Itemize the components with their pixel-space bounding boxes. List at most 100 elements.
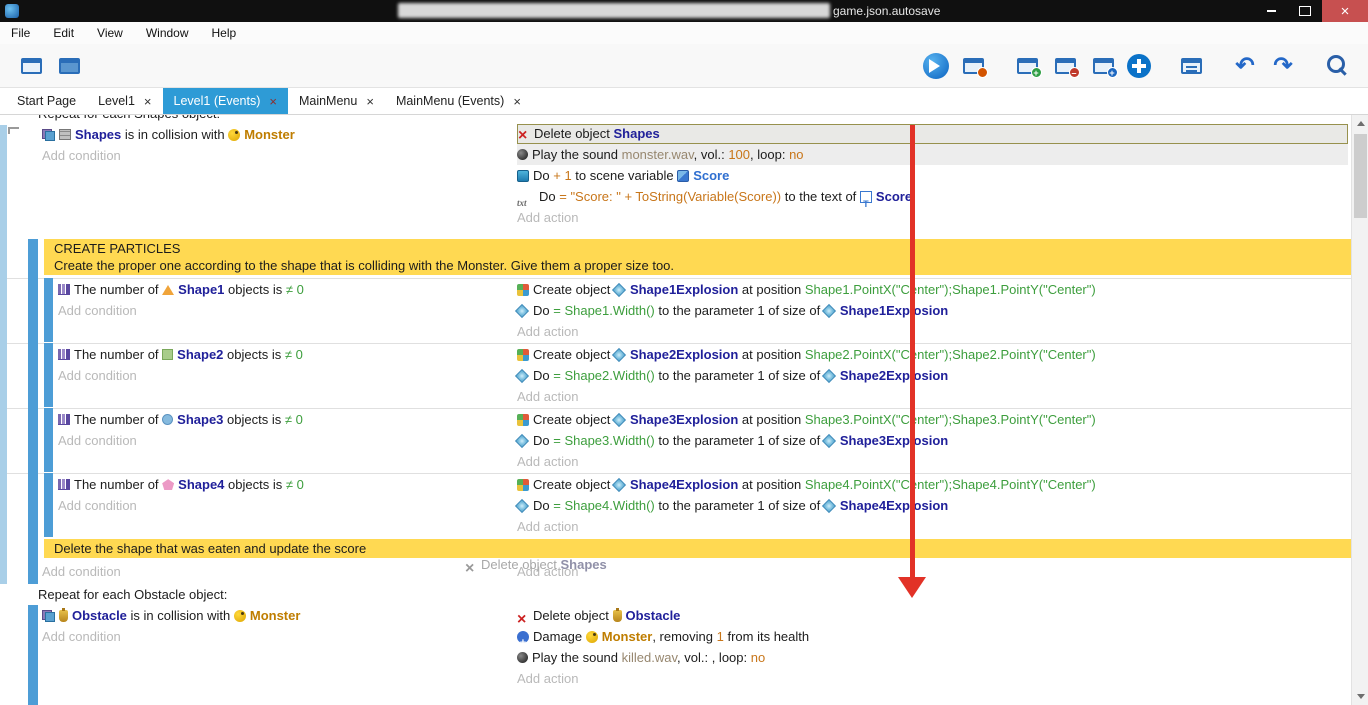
action-line[interactable]: Create object Shape3Explosion at positio… — [517, 409, 1351, 430]
tab-mainmenu[interactable]: MainMenu — [288, 88, 385, 114]
comment-block[interactable]: CREATE PARTICLESCreate the proper one ac… — [44, 239, 1351, 275]
app-logo-icon — [5, 4, 19, 18]
shape1-icon — [162, 285, 174, 295]
events-content: Repeat for each Shapes object:Shapes is … — [0, 115, 1351, 705]
sub-event-rail — [44, 343, 53, 407]
title-bar: game.json.autosave — [0, 0, 1368, 22]
tab-level1-events-[interactable]: Level1 (Events) — [163, 88, 288, 114]
action-line[interactable]: Damage Monster, removing 1 from its heal… — [517, 626, 1351, 647]
delete-event-icon[interactable]: – — [1051, 52, 1079, 80]
add-action-link[interactable]: Add action — [517, 451, 1351, 472]
tab-close-icon[interactable] — [144, 94, 152, 109]
add-action-link[interactable]: Add action — [517, 207, 1351, 228]
comment-block[interactable]: Delete the shape that was eaten and upda… — [44, 539, 1351, 558]
maximize-button[interactable] — [1288, 0, 1322, 22]
monster-icon — [234, 610, 246, 622]
menu-file[interactable]: File — [8, 24, 33, 42]
add-action-link[interactable]: Add action — [517, 668, 1351, 689]
menu-window[interactable]: Window — [143, 24, 192, 42]
add-condition-link[interactable]: Add condition — [58, 300, 515, 321]
add-circle-icon[interactable] — [1127, 54, 1151, 78]
action-line[interactable]: Do = Shape3.Width() to the parameter 1 o… — [517, 430, 1351, 451]
debug-icon[interactable] — [959, 52, 987, 80]
layout-window-icon[interactable] — [55, 52, 83, 80]
action-line[interactable]: Play the sound killed.wav, vol.: , loop:… — [517, 647, 1351, 668]
menu-edit[interactable]: Edit — [50, 24, 77, 42]
health-icon — [517, 631, 529, 643]
add-action-link[interactable]: Add action — [517, 561, 1351, 582]
condition-line[interactable]: The number of Shape4 objects is ≠ 0 — [58, 474, 515, 495]
tab-close-icon[interactable] — [269, 94, 277, 109]
menu-view[interactable]: View — [94, 24, 126, 42]
event-header[interactable]: Repeat for each Obstacle object: — [0, 584, 1351, 605]
add-condition-link[interactable]: Add condition — [58, 365, 515, 386]
menu-help[interactable]: Help — [209, 24, 240, 42]
particle-icon — [515, 498, 529, 512]
vertical-scrollbar — [1351, 115, 1368, 705]
shapes-icon — [59, 129, 71, 140]
action-line[interactable]: Create object Shape1Explosion at positio… — [517, 279, 1351, 300]
add-action-link[interactable]: Add action — [517, 516, 1351, 537]
tab-bar: Start PageLevel1Level1 (Events)MainMenuM… — [0, 88, 1368, 115]
add-condition-link[interactable]: Add condition — [42, 626, 515, 647]
redo-icon[interactable] — [1269, 52, 1297, 80]
search-icon[interactable] — [1323, 52, 1351, 80]
condition-line[interactable]: The number of Shape2 objects is ≠ 0 — [58, 344, 515, 365]
score-var-icon — [677, 170, 689, 182]
action-line[interactable]: Do = Shape2.Width() to the parameter 1 o… — [517, 365, 1351, 386]
add-event-icon[interactable]: + — [1013, 52, 1041, 80]
project-window-icon[interactable] — [17, 52, 45, 80]
condition-line[interactable]: The number of Shape3 objects is ≠ 0 — [58, 409, 515, 430]
action-line[interactable]: Do = "Score: " + ToString(Variable(Score… — [517, 186, 1351, 207]
window-title: game.json.autosave — [833, 4, 940, 18]
action-line[interactable]: Do = Shape4.Width() to the parameter 1 o… — [517, 495, 1351, 516]
action-line[interactable]: Play the sound monster.wav, vol.: 100, l… — [517, 144, 1348, 165]
scroll-up-icon[interactable] — [1352, 115, 1368, 132]
condition-line[interactable]: Shapes is in collision with Monster — [42, 124, 515, 145]
menu-bar: File Edit View Window Help — [0, 22, 1368, 44]
action-line[interactable]: Create object Shape2Explosion at positio… — [517, 344, 1351, 365]
create-icon — [517, 349, 529, 361]
undo-icon[interactable] — [1231, 52, 1259, 80]
add-action-link[interactable]: Add action — [517, 321, 1351, 342]
action-line[interactable]: Do + 1 to scene variable Score — [517, 165, 1351, 186]
action-line[interactable]: Create object Shape4Explosion at positio… — [517, 474, 1351, 495]
condition-line[interactable]: The number of Shape1 objects is ≠ 0 — [58, 279, 515, 300]
count-icon — [58, 349, 70, 360]
add-condition-link[interactable]: Add condition — [58, 495, 515, 516]
toolbar-left — [12, 52, 88, 80]
play-icon[interactable] — [923, 53, 949, 79]
add-action-link[interactable]: Add action — [517, 386, 1351, 407]
minimize-button[interactable] — [1254, 0, 1288, 22]
group-rail — [28, 239, 38, 584]
toggle-event-icon[interactable] — [1177, 52, 1205, 80]
tab-close-icon[interactable] — [366, 94, 374, 109]
add-condition-link[interactable]: Add condition — [42, 145, 515, 166]
collapse-marker-icon[interactable] — [8, 127, 19, 134]
tab-start-page[interactable]: Start Page — [6, 88, 87, 114]
scroll-down-icon[interactable] — [1352, 688, 1368, 705]
collision-icon — [42, 610, 55, 622]
event-header-clipped: Repeat for each Shapes object: — [0, 115, 1351, 124]
add-condition-link[interactable]: Add condition — [42, 561, 515, 582]
sound-icon — [517, 652, 528, 663]
particle-icon — [515, 368, 529, 382]
add-condition-link[interactable]: Add condition — [58, 430, 515, 451]
tab-close-icon[interactable] — [513, 94, 521, 109]
collision-icon — [42, 129, 55, 141]
add-subevent-icon[interactable]: + — [1089, 52, 1117, 80]
ghost-delete-icon — [465, 558, 477, 571]
condition-line[interactable]: Obstacle is in collision with Monster — [42, 605, 515, 626]
count-icon — [58, 284, 70, 295]
text-action-icon — [517, 191, 535, 203]
scrollbar-thumb[interactable] — [1354, 134, 1367, 218]
tab-level1[interactable]: Level1 — [87, 88, 162, 114]
close-button[interactable] — [1322, 0, 1368, 22]
action-line[interactable]: Do = Shape1.Width() to the parameter 1 o… — [517, 300, 1351, 321]
action-line[interactable]: Delete object Obstacle — [517, 605, 1351, 626]
action-line[interactable]: Delete object Shapes — [517, 124, 1348, 144]
monster-icon — [586, 631, 598, 643]
obstacle-icon — [613, 610, 622, 622]
count-icon — [58, 414, 70, 425]
tab-mainmenu-events-[interactable]: MainMenu (Events) — [385, 88, 532, 114]
